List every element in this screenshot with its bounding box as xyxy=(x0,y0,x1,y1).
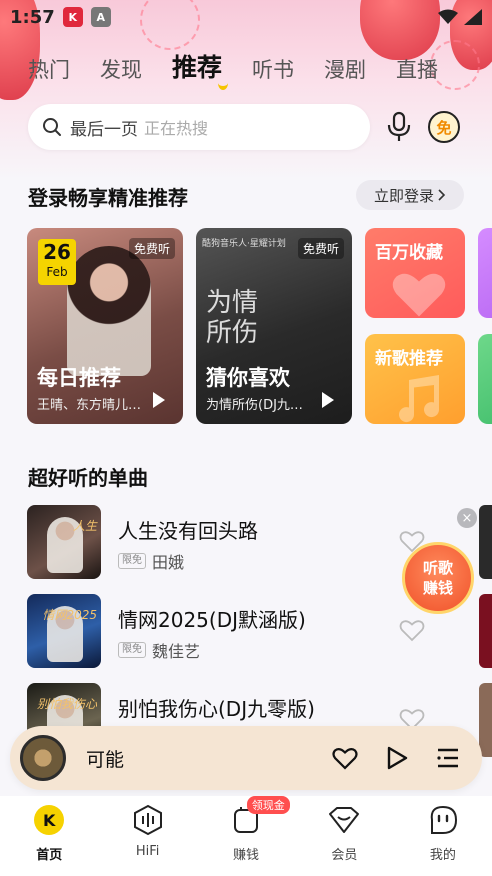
login-section-title: 登录畅享精准推荐 xyxy=(28,186,188,210)
listen-earn-float-button[interactable]: 听歌 赚钱 xyxy=(402,542,474,614)
heart-outline-icon[interactable] xyxy=(332,746,358,770)
player-song-title: 可能 xyxy=(86,748,125,771)
nav-label: 赚钱 xyxy=(233,848,260,863)
nav-label: 首页 xyxy=(36,848,63,863)
cash-badge: 领现金 xyxy=(246,796,290,814)
profile-icon xyxy=(427,804,459,836)
earn-float-line2: 赚钱 xyxy=(422,579,453,597)
play-icon[interactable] xyxy=(153,392,165,408)
tab-live[interactable]: 直播 xyxy=(396,54,438,84)
more-card[interactable] xyxy=(478,334,492,424)
card-art-text: 为情所伤 xyxy=(206,288,259,348)
search-row: 最后一页 正在热搜 免 xyxy=(28,104,468,150)
signal-icon xyxy=(464,9,482,25)
song-cover: 人生 xyxy=(27,505,101,579)
guess-you-like-card[interactable]: 酷狗音乐人·星耀计划 为情所伤 免费听 猜你喜欢 为情所伤(DJ九… xyxy=(196,228,352,424)
chevron-right-icon xyxy=(438,189,446,201)
free-listen-badge: 免费听 xyxy=(297,238,344,259)
date-month: Feb xyxy=(46,265,68,279)
playlist-icon[interactable] xyxy=(436,747,460,769)
free-tag: 限免 xyxy=(118,642,146,658)
nav-label: HiFi xyxy=(135,844,160,859)
card-subtitle: 为情所伤(DJ九… xyxy=(206,398,303,413)
song-title: 人生没有回头路 xyxy=(118,519,258,543)
song-artist: 田娥 xyxy=(152,553,185,572)
side-peek-cover xyxy=(479,505,492,579)
login-button-label: 立即登录 xyxy=(373,186,434,205)
side-peek-cover xyxy=(479,594,492,668)
cover-text: 别怕我伤心 xyxy=(36,697,97,711)
tab-audiobooks[interactable]: 听书 xyxy=(252,54,294,84)
song-recognition-button[interactable] xyxy=(384,110,414,144)
hifi-icon xyxy=(132,804,164,836)
player-cover-disc xyxy=(20,735,66,781)
vip-icon xyxy=(328,804,360,836)
recommendation-cards: 26 Feb 免费听 每日推荐 王晴、东方晴儿… 酷狗音乐人·星耀计划 为情所伤… xyxy=(27,228,492,424)
nav-label: 会员 xyxy=(331,848,358,863)
heart-outline-icon[interactable] xyxy=(399,618,425,642)
status-bar: 1:57 K A xyxy=(0,0,492,34)
free-tag: 限免 xyxy=(118,553,146,569)
player-controls xyxy=(332,746,460,770)
nav-profile[interactable]: 我的 xyxy=(394,796,492,876)
date-day: 26 xyxy=(43,240,71,264)
song-cover: 情网2025 xyxy=(27,594,101,668)
nav-vip[interactable]: 会员 xyxy=(295,796,393,876)
song-meta: 限免 魏佳艺 xyxy=(118,638,200,662)
status-time: 1:57 xyxy=(10,6,55,28)
free-listen-badge: 免费听 xyxy=(128,238,175,259)
mini-card-label: 新歌推荐 xyxy=(375,349,443,369)
music-note-icon xyxy=(399,375,439,423)
nav-label: 我的 xyxy=(429,848,456,863)
tab-hot[interactable]: 热门 xyxy=(28,54,70,84)
earn-float-line1: 听歌 xyxy=(422,559,453,577)
search-input[interactable]: 最后一页 正在热搜 xyxy=(28,104,370,150)
free-mode-button[interactable]: 免 xyxy=(428,111,460,143)
song-title: 情网2025(DJ默涵版) xyxy=(118,608,306,632)
search-icon xyxy=(43,118,61,136)
million-favorites-card[interactable]: 百万收藏 xyxy=(365,228,465,318)
nav-earn[interactable]: 领现金 赚钱 xyxy=(197,796,295,876)
daily-recommend-card[interactable]: 26 Feb 免费听 每日推荐 王晴、东方晴儿… xyxy=(27,228,183,424)
heart-icon xyxy=(392,273,446,317)
more-card[interactable] xyxy=(478,228,492,318)
status-indicators xyxy=(438,9,482,25)
kugou-logo-icon: K xyxy=(33,804,65,836)
top-tab-bar: 热门 发现 推荐 听书 漫剧 直播 xyxy=(0,44,492,90)
song-artist: 魏佳艺 xyxy=(152,642,201,661)
card-subtitle: 王晴、东方晴儿… xyxy=(37,398,142,413)
translate-notification-icon: A xyxy=(90,7,111,27)
cover-text: 情网2025 xyxy=(42,608,97,622)
card-artwork xyxy=(67,246,151,376)
new-songs-card[interactable]: 新歌推荐 xyxy=(365,334,465,424)
wifi-icon xyxy=(438,9,458,24)
microphone-icon xyxy=(387,111,411,141)
tab-comic-drama[interactable]: 漫剧 xyxy=(324,54,366,84)
close-float-button[interactable]: × xyxy=(457,508,477,528)
mini-player[interactable]: 可能 xyxy=(10,726,482,790)
mini-card-label: 百万收藏 xyxy=(375,243,443,263)
card-top-text: 酷狗音乐人·星耀计划 xyxy=(202,239,286,249)
login-button[interactable]: 立即登录 xyxy=(356,180,464,210)
play-icon[interactable] xyxy=(386,746,408,770)
song-title: 别怕我伤心(DJ九零版) xyxy=(118,697,315,721)
side-peek-cover xyxy=(479,683,492,757)
song-meta: 限免 田娥 xyxy=(118,549,184,573)
bottom-navigation: K 首页 HiFi 领现金 赚钱 会员 我的 xyxy=(0,796,492,876)
nav-home[interactable]: K 首页 xyxy=(0,796,98,876)
cover-text: 人生 xyxy=(72,519,97,533)
search-query-text: 最后一页 xyxy=(70,119,138,140)
nav-hifi[interactable]: HiFi xyxy=(98,796,196,876)
tab-recommend[interactable]: 推荐 xyxy=(172,48,229,90)
card-title: 每日推荐 xyxy=(37,366,121,390)
kugou-notification-icon: K xyxy=(62,7,83,27)
play-icon[interactable] xyxy=(322,392,334,408)
search-hint-text: 正在热搜 xyxy=(144,119,209,138)
singles-section-title: 超好听的单曲 xyxy=(28,466,148,490)
card-title: 猜你喜欢 xyxy=(206,366,290,390)
tab-discover[interactable]: 发现 xyxy=(100,54,142,84)
date-badge: 26 Feb xyxy=(38,239,76,285)
